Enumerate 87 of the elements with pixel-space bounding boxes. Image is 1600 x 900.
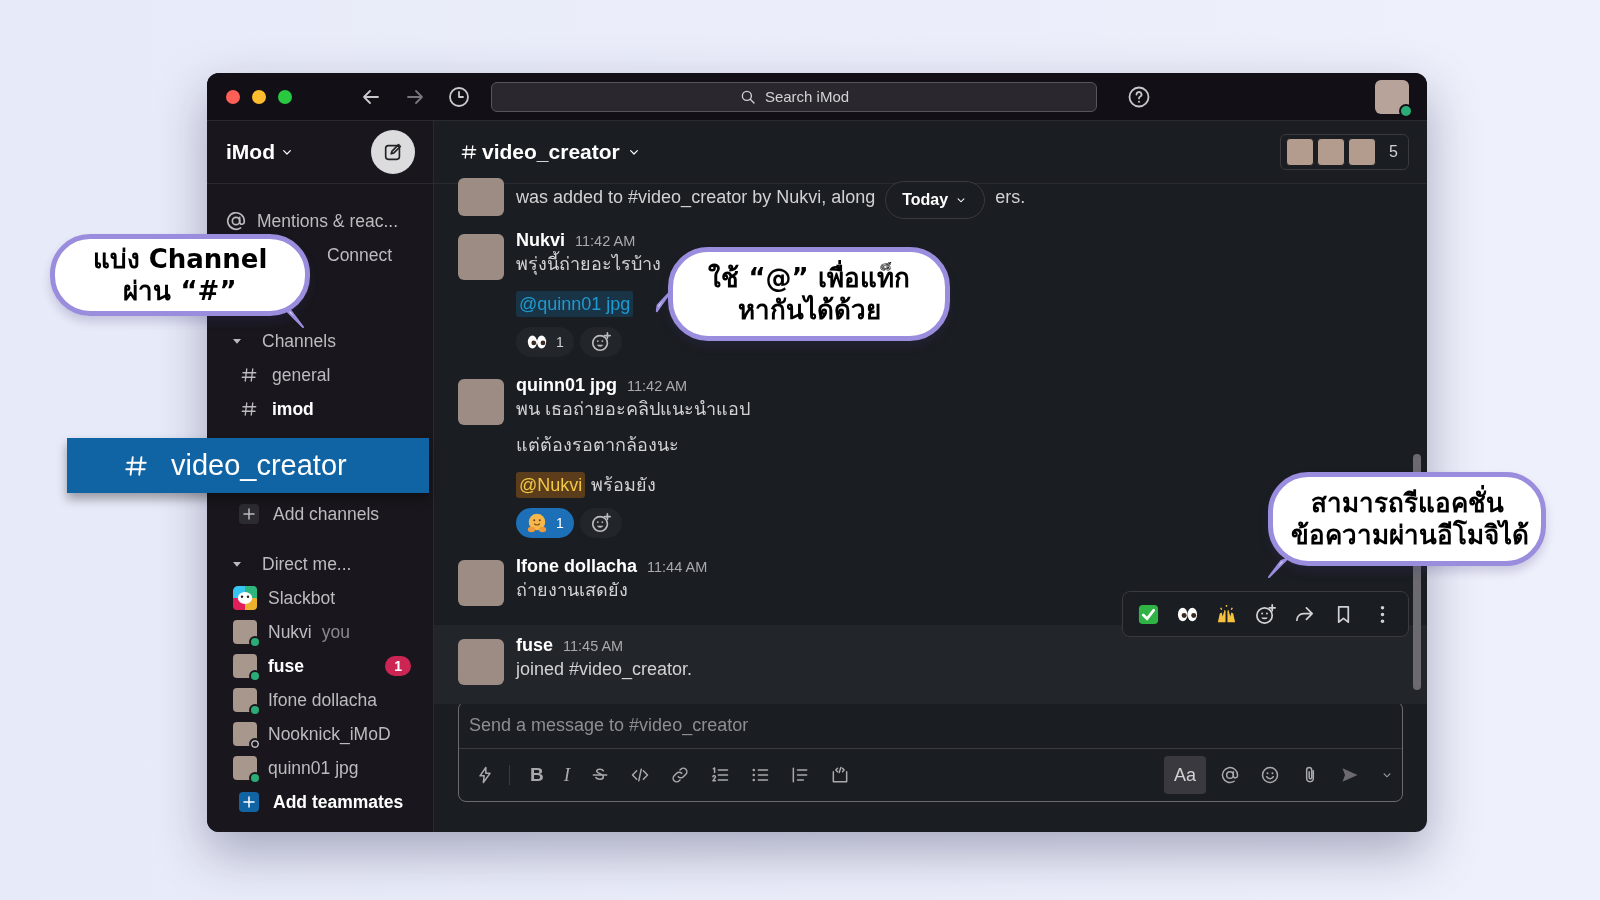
sidebar-item[interactable]: Mentions & reac... [257,210,399,232]
message-time: 11:42 AM [575,233,636,249]
add-reaction-button[interactable] [579,327,622,357]
channel-item[interactable]: imod [272,398,314,420]
compose-icon[interactable] [382,141,404,163]
avatar-photo [458,379,504,425]
mention-link[interactable]: @quinn01 jpg [516,291,634,317]
message-text: ถ่ายงานเสดยัง [516,579,628,602]
reaction-button[interactable]: 1 [516,327,574,357]
channel-item[interactable]: general [272,364,331,386]
members-button[interactable]: 5 [1280,134,1409,170]
history-clock-icon[interactable] [447,84,471,109]
code-icon[interactable] [630,765,651,785]
avatar-photo [458,560,504,606]
direct-message-item[interactable]: quinn01 jpg [268,757,359,779]
add-reaction-icon[interactable] [1254,602,1277,626]
text-format-button[interactable]: Aa [1163,756,1206,794]
direct-message-item[interactable]: Slackbot [268,587,336,609]
message-input-field[interactable]: Send a message to #video_creator [459,702,1402,749]
avatar-photo [1286,138,1315,166]
speech-bubble: แบ่ง Channel ผ่าน “#” [50,234,310,316]
message-text: joined #video_creator. [516,658,693,682]
hash-icon [240,366,258,384]
hash-icon [240,400,258,418]
author-name[interactable]: fuse [516,635,553,656]
online-status-dot [1399,103,1413,118]
plus-icon[interactable] [239,792,259,812]
bot-logo-icon [233,586,257,610]
add-reaction-button[interactable] [579,508,622,538]
close-window-button[interactable] [226,89,240,104]
hash-icon [460,143,478,161]
system-message: was added to #video_creator by Nukvi, along [516,186,876,208]
message-text: พรุ่งนี้ถ่ายอะไรบ้าง [516,251,661,277]
speech-bubble: สามารถรีแอคชั่น ข้อความผ่านอีโมจิได้ [1268,472,1546,566]
message-time: 11:45 AM [563,638,624,654]
search-field[interactable]: Search iMod [491,81,1097,112]
avatar-photo [1348,138,1377,166]
channel-title[interactable]: video_creator [460,140,642,164]
workspace-name[interactable]: iMod [226,140,275,164]
hugging-face-emoji-icon [526,512,548,534]
add-teammates-link[interactable]: Add teammates [273,791,404,813]
mention-icon[interactable] [1220,765,1240,785]
reaction-button[interactable]: 1 [516,508,574,538]
author-name[interactable]: Ifone dollacha [516,556,638,577]
numbered-list-icon[interactable] [710,765,731,785]
you-label: you [321,621,350,643]
avatar-photo [458,178,504,216]
link-icon[interactable] [670,765,691,785]
add-reaction-icon[interactable] [589,512,612,534]
emoji-icon[interactable] [1260,765,1280,785]
author-name[interactable]: Nukvi [516,230,566,251]
speech-bubble-tail [1268,558,1288,578]
speech-bubble-tail [284,308,304,328]
message-text: พร้อมยัง [591,474,657,497]
author-name[interactable]: quinn01 jpg [516,375,617,396]
system-message: ers. [995,186,1026,208]
at-sign-icon[interactable] [225,210,247,232]
unread-count-badge: 1 [385,656,411,676]
section-header[interactable]: Channels [262,330,336,352]
avatar-photo [1317,138,1346,166]
direct-message-item[interactable]: Nukvi [268,621,312,643]
avatar-photo [458,639,504,685]
compose-button[interactable] [371,130,415,174]
plus-icon[interactable] [239,504,259,524]
add-channels-link[interactable]: Add channels [273,503,380,525]
message-text: แต่ต้องรอตากล้องนะ [516,434,679,457]
date-pill-button[interactable]: Today [885,181,986,219]
italic-button[interactable]: I [563,764,571,786]
direct-message-item[interactable]: Ifone dollacha [268,689,377,711]
zoom-window-button[interactable] [278,89,292,104]
bold-button[interactable]: B [530,764,544,786]
user-avatar-photo[interactable] [1375,79,1409,114]
speech-bubble: ใช้ “@” เพื่อแท็ก หากันได้ด้วย [668,247,950,341]
minimize-window-button[interactable] [252,89,266,104]
avatar-photo [458,234,504,280]
mention-link[interactable]: @Nukvi [516,472,586,498]
check-emoji-icon[interactable] [1137,602,1160,626]
message-text: พน เธอถ่ายอะคลิปแนะนำแอป [516,398,750,421]
direct-message-item[interactable]: fuse [268,655,304,677]
message-time: 11:42 AM [627,378,688,394]
direct-message-item[interactable]: Nooknick_iMoD [268,723,391,745]
message-time: 11:44 AM [647,559,708,575]
add-reaction-icon[interactable] [589,331,612,353]
help-icon[interactable] [1127,84,1151,109]
sidebar-item[interactable]: Connect [327,244,393,266]
section-header[interactable]: Direct me... [262,553,352,575]
selected-channel-item[interactable]: video_creator [67,438,429,493]
